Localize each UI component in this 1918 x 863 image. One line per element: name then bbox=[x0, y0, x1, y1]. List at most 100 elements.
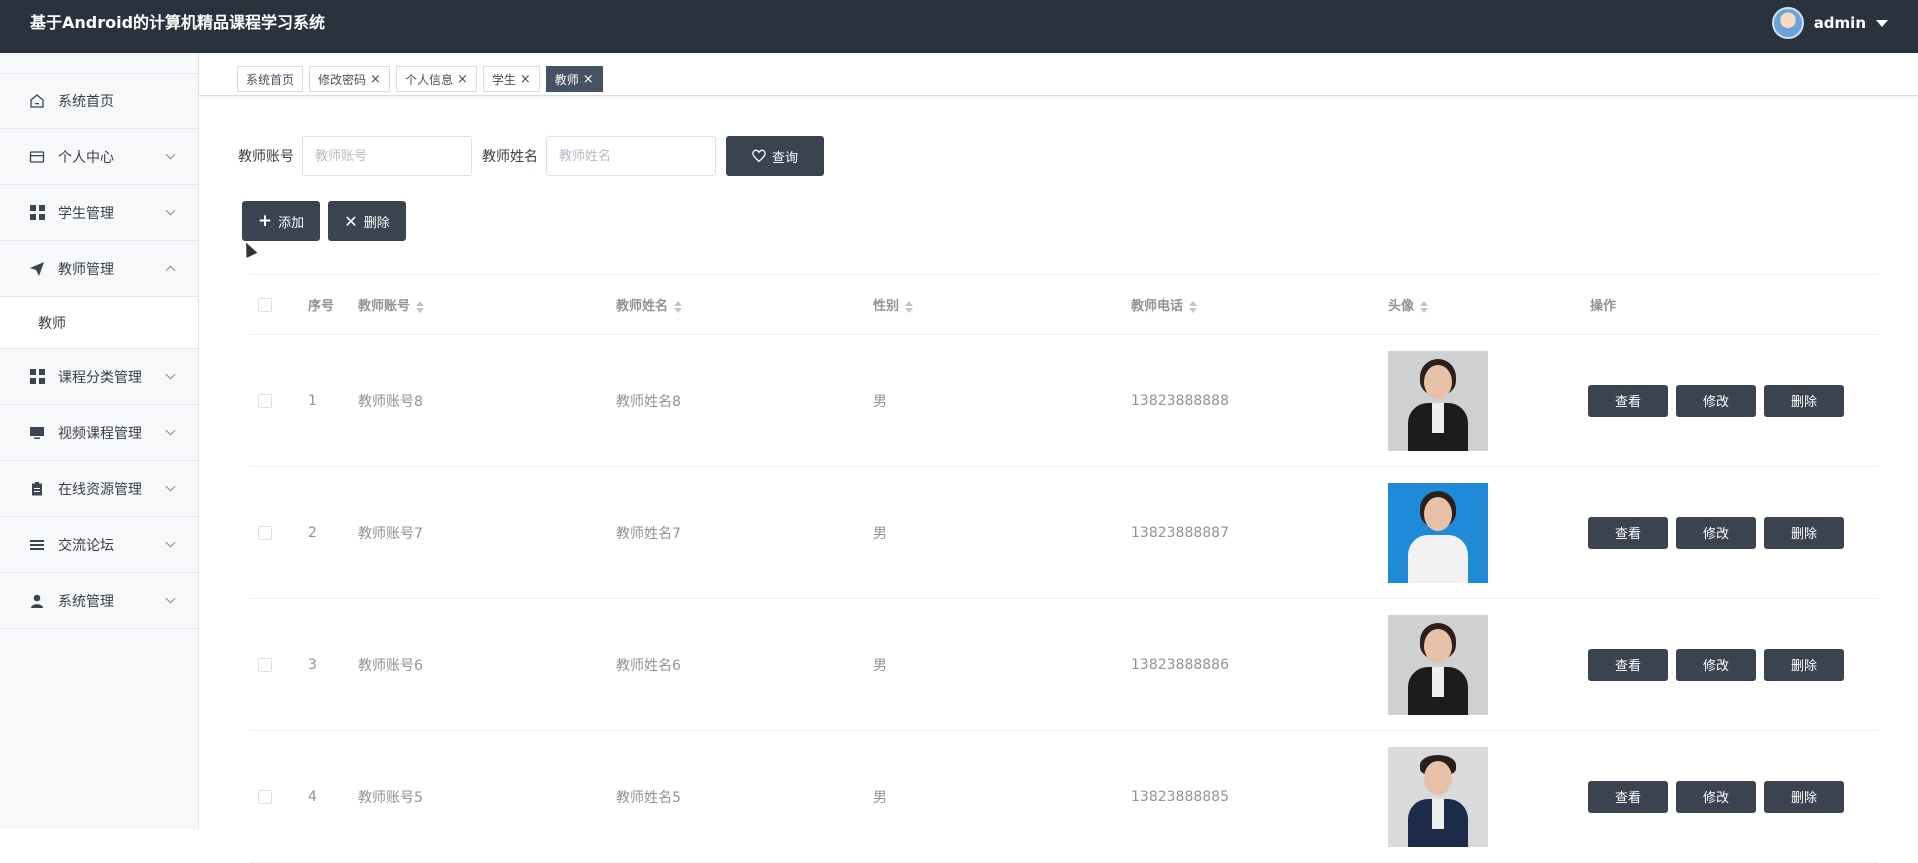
grid-icon bbox=[28, 204, 46, 222]
chevron-down-icon bbox=[165, 537, 176, 548]
mouse-cursor-icon bbox=[240, 240, 258, 258]
name-search-input[interactable] bbox=[546, 136, 716, 176]
tab-label: 系统首页 bbox=[246, 72, 295, 87]
sidebar-item-home[interactable]: 系统首页 bbox=[0, 73, 198, 129]
teacher-photo bbox=[1388, 614, 1488, 715]
caret-down-icon[interactable] bbox=[1876, 19, 1888, 27]
tab-home[interactable]: 系统首页 bbox=[237, 66, 304, 92]
user-icon bbox=[28, 592, 46, 610]
cell-name: 教师姓名6 bbox=[616, 657, 681, 674]
sidebar-item-students[interactable]: 学生管理 bbox=[0, 185, 198, 241]
sidebar-item-label: 个人中心 bbox=[58, 149, 114, 166]
row-checkbox[interactable] bbox=[258, 789, 272, 804]
tab-students[interactable]: 学生 × bbox=[482, 66, 540, 92]
col-phone[interactable]: 教师电话 bbox=[1131, 295, 1388, 314]
view-button[interactable]: 查看 bbox=[1588, 384, 1668, 417]
table-header: 序号 教师账号 教师姓名 性别 教师电话 头像 操作 bbox=[250, 275, 1878, 335]
row-checkbox[interactable] bbox=[258, 657, 272, 672]
col-gender[interactable]: 性别 bbox=[873, 295, 1131, 314]
cell-name: 教师姓名7 bbox=[616, 525, 681, 542]
sidebar-item-label: 教师管理 bbox=[58, 261, 114, 278]
account-search-input[interactable] bbox=[302, 136, 472, 176]
tab-teachers[interactable]: 教师 × bbox=[545, 66, 603, 92]
sort-icon[interactable] bbox=[1420, 300, 1429, 313]
cell-index: 1 bbox=[308, 392, 317, 409]
chevron-down-icon bbox=[165, 205, 176, 216]
delete-button[interactable]: ✕ 删除 bbox=[328, 201, 406, 241]
row-delete-button[interactable]: 删除 bbox=[1764, 516, 1844, 549]
cell-phone: 13823888886 bbox=[1131, 656, 1229, 673]
name-label: 教师姓名 bbox=[482, 149, 538, 165]
view-button[interactable]: 查看 bbox=[1588, 780, 1668, 813]
plus-icon: + bbox=[257, 211, 273, 231]
chevron-down-icon bbox=[165, 481, 176, 492]
sidebar: 系统首页 个人中心 学生管理 教师管理 教师 课程分类管理 视频课程管理 在线资… bbox=[0, 53, 199, 829]
user-menu[interactable]: admin bbox=[1771, 6, 1888, 40]
user-name[interactable]: admin bbox=[1814, 14, 1866, 32]
close-icon[interactable]: × bbox=[457, 72, 468, 87]
row-delete-button[interactable]: 删除 bbox=[1764, 384, 1844, 417]
col-index: 序号 bbox=[308, 299, 335, 314]
col-account[interactable]: 教师账号 bbox=[358, 295, 616, 314]
cell-phone: 13823888888 bbox=[1131, 392, 1229, 409]
tab-label: 个人信息 bbox=[404, 72, 453, 87]
close-icon[interactable]: × bbox=[583, 72, 594, 87]
cell-name: 教师姓名5 bbox=[616, 789, 681, 806]
tab-personal-info[interactable]: 个人信息 × bbox=[395, 66, 477, 92]
col-label: 教师姓名 bbox=[616, 299, 669, 314]
tab-change-password[interactable]: 修改密码 × bbox=[309, 66, 390, 92]
sidebar-item-teachers[interactable]: 教师管理 bbox=[0, 241, 198, 297]
tab-label: 学生 bbox=[491, 72, 516, 87]
col-avatar[interactable]: 头像 bbox=[1388, 295, 1588, 314]
edit-button[interactable]: 修改 bbox=[1676, 648, 1756, 681]
add-label: 添加 bbox=[278, 215, 305, 231]
sidebar-item-forum[interactable]: 交流论坛 bbox=[0, 517, 198, 573]
close-icon[interactable]: × bbox=[520, 72, 531, 87]
select-all-checkbox[interactable] bbox=[258, 297, 272, 312]
close-icon[interactable]: × bbox=[370, 72, 381, 87]
sidebar-item-system[interactable]: 系统管理 bbox=[0, 573, 198, 629]
heart-icon bbox=[752, 149, 766, 163]
col-label: 教师电话 bbox=[1131, 299, 1184, 314]
sort-icon[interactable] bbox=[416, 300, 425, 313]
action-bar: + 添加 ✕ 删除 bbox=[242, 201, 406, 241]
chevron-down-icon bbox=[165, 369, 176, 380]
row-delete-button[interactable]: 删除 bbox=[1764, 648, 1844, 681]
row-checkbox[interactable] bbox=[258, 525, 272, 540]
col-label: 性别 bbox=[873, 299, 900, 314]
sidebar-item-label: 交流论坛 bbox=[58, 537, 114, 554]
query-button[interactable]: 查询 bbox=[726, 136, 824, 176]
row-checkbox[interactable] bbox=[258, 393, 272, 408]
delete-label: 删除 bbox=[363, 215, 390, 231]
sidebar-item-personal[interactable]: 个人中心 bbox=[0, 129, 198, 185]
view-button[interactable]: 查看 bbox=[1588, 516, 1668, 549]
chevron-up-icon bbox=[165, 265, 176, 276]
sidebar-item-online-resources[interactable]: 在线资源管理 bbox=[0, 461, 198, 517]
edit-button[interactable]: 修改 bbox=[1676, 384, 1756, 417]
row-delete-button[interactable]: 删除 bbox=[1764, 780, 1844, 813]
close-icon: ✕ bbox=[344, 211, 358, 231]
col-name[interactable]: 教师姓名 bbox=[616, 295, 873, 314]
sort-icon[interactable] bbox=[1189, 300, 1198, 313]
cell-account: 教师账号7 bbox=[358, 525, 423, 542]
sort-icon[interactable] bbox=[674, 300, 683, 313]
view-button[interactable]: 查看 bbox=[1588, 648, 1668, 681]
tab-label: 教师 bbox=[554, 72, 579, 87]
account-label: 教师账号 bbox=[238, 149, 294, 165]
edit-button[interactable]: 修改 bbox=[1676, 516, 1756, 549]
tab-label: 修改密码 bbox=[318, 72, 367, 87]
chevron-down-icon bbox=[165, 593, 176, 604]
sidebar-subitem-teacher[interactable]: 教师 bbox=[0, 297, 198, 349]
col-label: 头像 bbox=[1388, 299, 1415, 314]
edit-button[interactable]: 修改 bbox=[1676, 780, 1756, 813]
add-button[interactable]: + 添加 bbox=[242, 201, 320, 241]
sidebar-item-course-categories[interactable]: 课程分类管理 bbox=[0, 349, 198, 405]
avatar[interactable] bbox=[1771, 7, 1804, 39]
table-row: 1 教师账号8 教师姓名8 男 13823888888 查看 修改 删除 bbox=[250, 335, 1878, 467]
cell-gender: 男 bbox=[873, 789, 887, 806]
query-label: 查询 bbox=[771, 150, 798, 166]
cell-account: 教师账号8 bbox=[358, 393, 423, 410]
sort-icon[interactable] bbox=[905, 300, 914, 313]
sidebar-item-video-courses[interactable]: 视频课程管理 bbox=[0, 405, 198, 461]
card-icon bbox=[28, 148, 46, 166]
